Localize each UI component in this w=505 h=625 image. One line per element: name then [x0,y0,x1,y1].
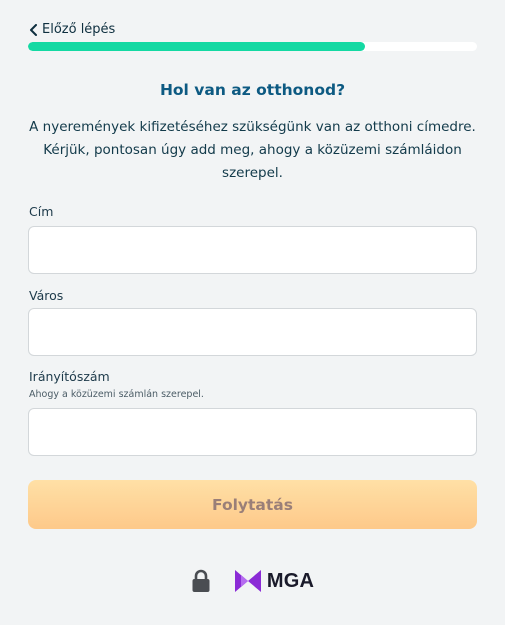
back-link[interactable]: Előző lépés [29,22,115,37]
address-label: Cím [29,204,54,219]
intro-text: A nyeremények kifizetéséhez szükségünk v… [29,119,476,181]
zip-label: Irányítószám [29,369,110,384]
progress-bar [28,42,477,51]
back-link-label: Előző lépés [42,22,116,37]
zip-hint: Ahogy a közüzemi számlán szerepel. [29,389,204,400]
progress-bar-fill [28,42,365,51]
mga-logo-mark [234,570,261,592]
zip-input[interactable] [28,408,477,456]
footer: MGA [0,568,505,594]
mga-logo: MGA [233,568,314,594]
city-label: Város [29,288,64,303]
page-title: Hol van az otthonod? [159,81,346,99]
lock-icon [192,569,210,592]
chevron-left-icon [30,23,37,36]
address-input[interactable] [28,226,477,274]
city-input[interactable] [28,308,477,356]
continue-button[interactable]: Folytatás [28,480,477,529]
mga-logo-text: MGA [266,569,315,592]
